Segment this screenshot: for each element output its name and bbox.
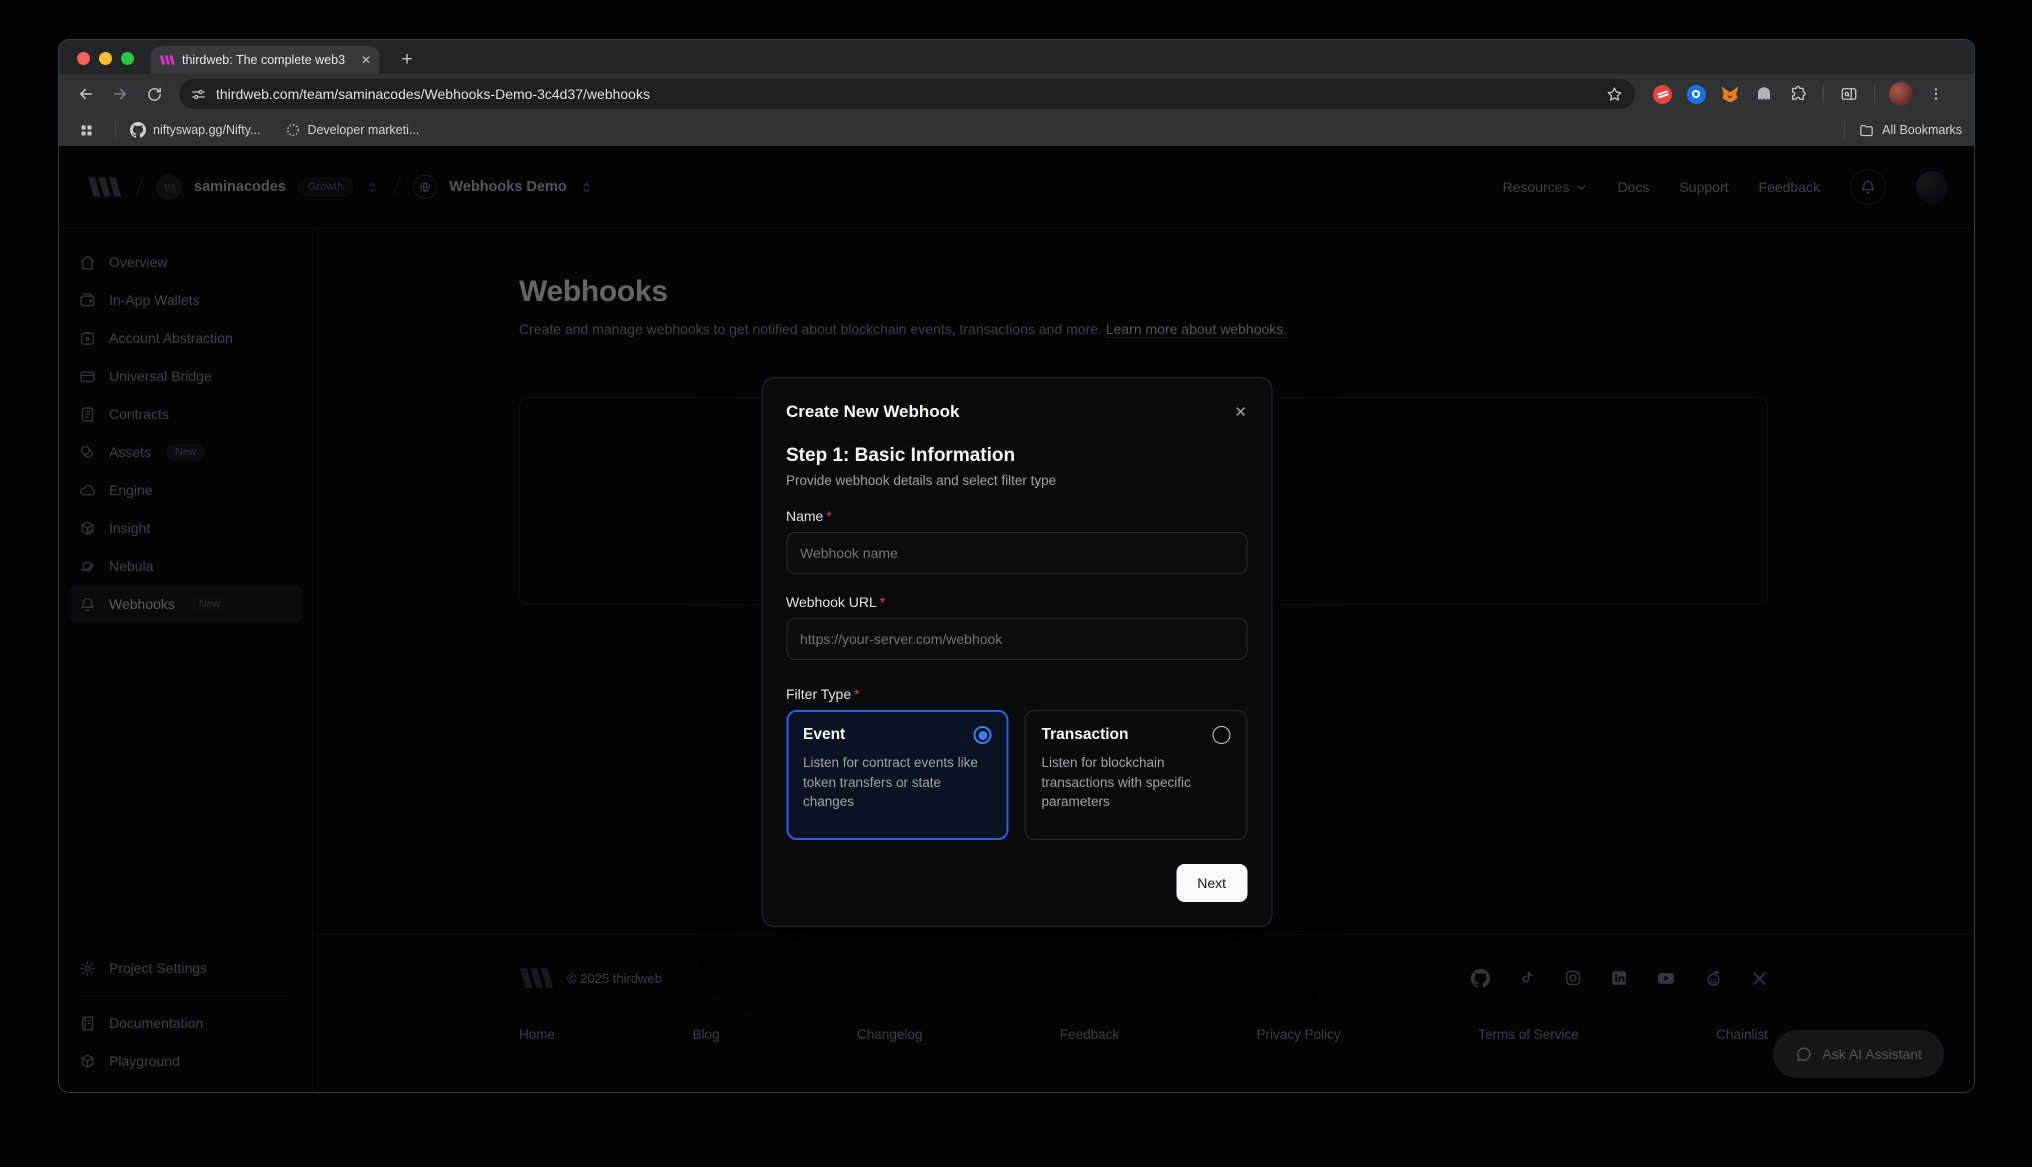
close-window-button[interactable] <box>77 52 90 65</box>
bookmarks-divider <box>115 121 116 139</box>
required-asterisk: * <box>854 686 859 702</box>
create-webhook-modal: Create New Webhook ✕ Step 1: Basic Infor… <box>761 377 1272 927</box>
required-asterisk: * <box>880 594 885 610</box>
step-title: Step 1: Basic Information <box>786 445 1247 467</box>
toolbar-divider <box>1874 85 1875 103</box>
bookmarks-divider <box>1844 121 1845 139</box>
url-text[interactable]: thirdweb.com/team/saminacodes/Webhooks-D… <box>216 86 1596 102</box>
bookmark-label: niftyswap.gg/Nifty... <box>153 123 260 137</box>
bookmark-item-niftyswap[interactable]: niftyswap.gg/Nifty... <box>130 122 260 138</box>
browser-toolbar: thirdweb.com/team/saminacodes/Webhooks-D… <box>59 74 1974 114</box>
reload-icon[interactable] <box>139 79 169 109</box>
toolbar-divider <box>1823 85 1824 103</box>
forward-icon[interactable] <box>105 79 135 109</box>
new-tab-button[interactable]: + <box>393 46 421 74</box>
extensions-puzzle-icon[interactable] <box>1787 83 1809 105</box>
all-bookmarks-button[interactable]: All Bookmarks <box>1882 123 1962 137</box>
phantom-icon[interactable] <box>1753 83 1775 105</box>
bookmark-star-icon[interactable] <box>1606 86 1623 103</box>
tab-close-icon[interactable]: ✕ <box>361 53 371 67</box>
metamask-icon[interactable] <box>1719 83 1741 105</box>
bookmarks-bar: niftyswap.gg/Nifty... Developer marketi.… <box>59 114 1974 146</box>
thirdweb-dashboard-page: saminacodes Growth Webhooks Demo Resourc… <box>59 146 1974 1093</box>
apps-grid-icon[interactable] <box>71 115 101 145</box>
name-label: Name* <box>786 508 1247 524</box>
github-icon <box>130 122 146 138</box>
bookmark-label: Developer marketi... <box>307 123 419 137</box>
webhook-name-input[interactable] <box>786 532 1247 574</box>
close-icon[interactable]: ✕ <box>1234 403 1247 421</box>
minimize-window-button[interactable] <box>99 52 112 65</box>
window-controls <box>77 52 134 65</box>
required-asterisk: * <box>826 508 831 524</box>
filter-option-transaction[interactable]: Transaction Listen for blockchain transa… <box>1025 710 1248 840</box>
browser-tab[interactable]: thirdweb: The complete web3 ✕ <box>151 46 379 74</box>
webhook-url-input[interactable] <box>786 618 1247 660</box>
filter-option-event[interactable]: Event Listen for contract events like to… <box>786 710 1009 840</box>
webhook-url-label: Webhook URL* <box>786 594 1247 610</box>
browser-profile-avatar[interactable] <box>1889 82 1913 106</box>
browser-window: thirdweb: The complete web3 ✕ + thirdweb… <box>58 39 1975 1093</box>
step-subtitle: Provide webhook details and select filte… <box>786 473 1247 488</box>
side-panel-icon[interactable] <box>1834 79 1864 109</box>
extension-blue-icon[interactable] <box>1685 83 1707 105</box>
thirdweb-favicon-icon <box>159 52 175 68</box>
site-settings-icon[interactable] <box>191 87 206 102</box>
tab-title: thirdweb: The complete web3 <box>182 53 354 67</box>
modal-title: Create New Webhook <box>786 402 960 422</box>
bookmark-item-developer[interactable]: Developer marketi... <box>286 123 419 137</box>
filter-type-label: Filter Type* <box>786 686 1247 702</box>
site-icon <box>286 123 300 137</box>
tab-strip: thirdweb: The complete web3 ✕ + <box>59 40 1974 74</box>
folder-icon <box>1859 123 1874 138</box>
radio-selected-icon[interactable] <box>974 726 992 744</box>
zoom-window-button[interactable] <box>121 52 134 65</box>
kebab-menu-icon[interactable] <box>1921 79 1951 109</box>
address-bar[interactable]: thirdweb.com/team/saminacodes/Webhooks-D… <box>179 79 1635 109</box>
extension-red-icon[interactable] <box>1651 83 1673 105</box>
radio-unselected-icon[interactable] <box>1212 726 1230 744</box>
back-icon[interactable] <box>71 79 101 109</box>
next-button[interactable]: Next <box>1176 864 1247 902</box>
